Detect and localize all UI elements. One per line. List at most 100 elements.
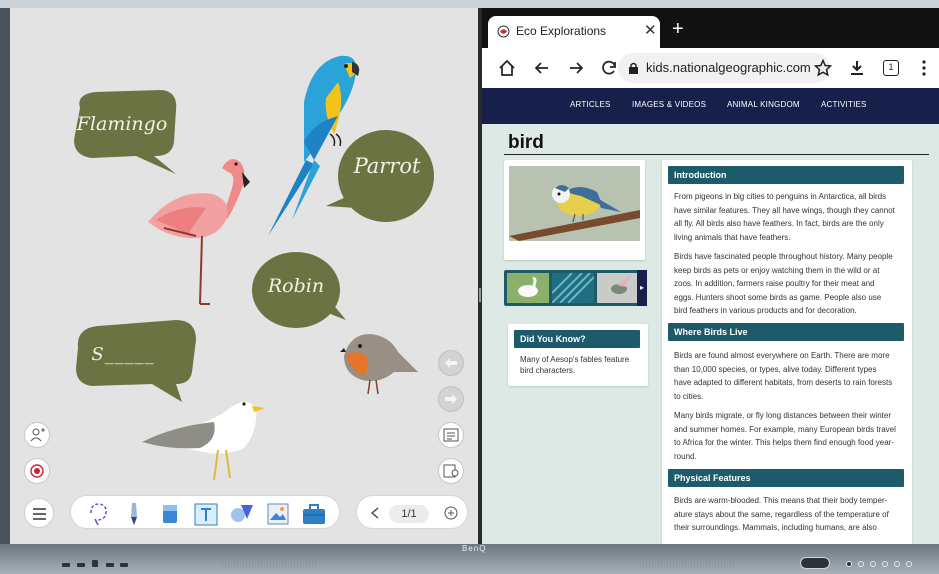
nav-articles[interactable]: ARTICLES [570, 100, 611, 109]
port [106, 563, 114, 567]
divider-handle[interactable] [479, 288, 481, 302]
menu-icon [33, 508, 46, 520]
lasso-tool-icon[interactable] [85, 501, 111, 527]
device-bottom-bar: BenQ [0, 544, 939, 574]
tool-bar [70, 495, 340, 529]
add-page-icon[interactable] [443, 505, 459, 521]
pen-tool-icon[interactable] [121, 501, 147, 527]
chevron-left-icon[interactable] [369, 506, 381, 520]
hardware-button[interactable] [846, 561, 852, 567]
where-paragraph-1: Birds are found almost everywhere on Ear… [674, 351, 893, 401]
nav-images-videos[interactable]: IMAGES & VIDEOS [632, 100, 706, 109]
page-title: bird [508, 132, 544, 153]
bookmark-star-icon[interactable] [814, 59, 832, 77]
port [120, 563, 128, 567]
heading-rule [504, 154, 929, 155]
forward-icon[interactable] [567, 59, 585, 77]
did-you-know-card: Did You Know? Many of Aesop's fables fea… [508, 324, 648, 386]
back-icon[interactable] [533, 59, 551, 77]
whiteboard-canvas[interactable]: Flamingo Parrot Robin S_____ 1/1 [10, 8, 478, 544]
redo-button[interactable] [438, 386, 464, 412]
tab-title: Eco Explorations [516, 24, 607, 38]
hardware-button[interactable] [858, 561, 864, 567]
image-tool-icon[interactable] [265, 501, 291, 527]
top-bezel [0, 0, 939, 8]
brand-logo: BenQ [462, 544, 487, 553]
tab-eco-explorations[interactable]: Eco Explorations ✕ [488, 16, 660, 48]
new-tab-icon[interactable]: + [672, 18, 684, 41]
undo-icon [445, 358, 457, 368]
browser-window: Eco Explorations ✕ + kids.nationalgeogra… [482, 8, 939, 544]
thumbnail-next-button[interactable]: ▸ [637, 270, 647, 306]
menu-button[interactable] [24, 498, 54, 528]
flamingo-illustration [148, 159, 250, 305]
home-icon[interactable] [498, 59, 516, 77]
eraser-tool-icon[interactable] [157, 501, 183, 527]
text-tool-icon[interactable] [193, 501, 219, 527]
thumbnail-strip: ▸ [504, 270, 647, 306]
undo-button[interactable] [438, 350, 464, 376]
section-heading-introduction: Introduction [668, 166, 904, 184]
tab-count-button[interactable]: 1 [883, 60, 899, 76]
section-heading-where-birds-live: Where Birds Live [668, 323, 904, 341]
redo-icon [445, 394, 457, 404]
record-button[interactable] [24, 458, 50, 484]
address-bar[interactable]: kids.nationalgeographic.com [618, 53, 830, 83]
browser-toolbar: kids.nationalgeographic.com 1 [482, 48, 939, 88]
vent [222, 558, 318, 568]
add-user-button[interactable] [24, 422, 50, 448]
reader-icon [443, 428, 459, 442]
parrot-illustration [268, 55, 360, 236]
record-icon [30, 464, 44, 478]
photo-card [504, 160, 645, 260]
intro-paragraph-2: Birds have fascinated people throughout … [674, 252, 893, 316]
page-indicator[interactable]: 1/1 [389, 505, 429, 523]
site-navigation: ARTICLES IMAGES & VIDEOS ANIMAL KINGDOM … [482, 88, 939, 124]
toolbox-tool-icon[interactable] [301, 501, 327, 527]
shape-tool-icon[interactable] [229, 501, 255, 527]
vent [640, 558, 736, 568]
gull-illustration [142, 402, 264, 481]
hardware-control-cluster[interactable] [800, 557, 830, 569]
blank-label: S_____ [91, 344, 155, 365]
tab-count: 1 [888, 62, 894, 72]
section-heading-physical-features: Physical Features [668, 469, 904, 487]
lock-icon [629, 62, 638, 74]
more-menu-icon[interactable] [920, 59, 928, 77]
hardware-button[interactable] [882, 561, 888, 567]
port [77, 563, 85, 567]
nav-animal-kingdom[interactable]: ANIMAL KINGDOM [727, 100, 800, 109]
port [62, 563, 70, 567]
hardware-button[interactable] [906, 561, 912, 567]
where-paragraph-2: Many birds migrate, or fly long distance… [674, 411, 896, 461]
blue-tit-photo[interactable] [509, 166, 640, 241]
close-tab-icon[interactable]: ✕ [644, 21, 657, 39]
physical-paragraph-1: Birds are warm-blooded. This means that … [674, 496, 889, 533]
intro-paragraph-1: From pigeons in big cities to penguins i… [674, 192, 895, 242]
article-card: Introduction From pigeons in big cities … [662, 160, 912, 544]
nav-activities[interactable]: ACTIVITIES [821, 100, 867, 109]
map-icon [443, 464, 459, 478]
add-user-icon [30, 428, 45, 442]
thumbnail-swan[interactable] [507, 273, 549, 303]
url-text: kids.nationalgeographic.com [646, 60, 811, 75]
reload-icon[interactable] [601, 59, 619, 77]
screen: Flamingo Parrot Robin S_____ 1/1 Eco Exp… [10, 8, 939, 544]
site-favicon [497, 25, 510, 38]
flamingo-label: Flamingo [76, 113, 168, 135]
download-icon[interactable] [848, 59, 866, 77]
hardware-button[interactable] [894, 561, 900, 567]
hardware-button[interactable] [870, 561, 876, 567]
robin-label: Robin [267, 275, 325, 297]
thumbnail-feathers[interactable] [552, 273, 594, 303]
page-navigator: 1/1 [356, 495, 468, 529]
tab-strip: Eco Explorations ✕ + [482, 8, 939, 48]
robin-illustration [340, 334, 418, 395]
map-button[interactable] [438, 458, 464, 484]
did-you-know-heading: Did You Know? [514, 330, 640, 348]
thumbnail-hummingbird[interactable] [597, 273, 639, 303]
reader-button[interactable] [438, 422, 464, 448]
display-frame: Flamingo Parrot Robin S_____ 1/1 Eco Exp… [0, 0, 939, 574]
did-you-know-text: Many of Aesop's fables feature bird char… [520, 355, 630, 375]
port [92, 560, 98, 567]
